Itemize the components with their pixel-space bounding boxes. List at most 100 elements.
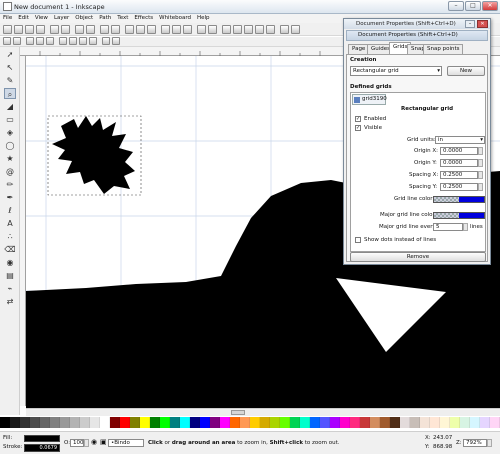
menu-whiteboard[interactable]: Whiteboard [156, 14, 194, 23]
palette-swatch[interactable] [350, 417, 360, 428]
menu-help[interactable]: Help [194, 14, 213, 23]
zoom-out-icon[interactable] [13, 37, 21, 45]
spiral-icon[interactable]: @ [4, 166, 16, 177]
palette-swatch[interactable] [270, 417, 280, 428]
origin-y-spinner[interactable] [478, 159, 483, 167]
fill-stroke-icon[interactable] [222, 25, 231, 34]
connector-icon[interactable]: ⇄ [4, 296, 16, 307]
import-icon[interactable] [50, 25, 59, 34]
palette-swatch[interactable] [440, 417, 450, 428]
palette-swatch[interactable] [260, 417, 270, 428]
ellipse-icon[interactable]: ◯ [4, 140, 16, 151]
zoom-2-1-icon[interactable] [46, 37, 54, 45]
layer-select[interactable]: •Bindo [108, 439, 144, 447]
palette-swatch[interactable] [300, 417, 310, 428]
menu-view[interactable]: View [32, 14, 51, 23]
zoom-1-2-icon[interactable] [36, 37, 44, 45]
palette-swatch[interactable] [240, 417, 250, 428]
palette-swatch[interactable] [130, 417, 140, 428]
new-document-icon[interactable] [3, 25, 12, 34]
stroke-swatch[interactable]: 0.0679 [24, 444, 60, 452]
zoom-input[interactable]: 792% [463, 439, 487, 447]
zoom-fit-page-icon[interactable] [79, 37, 87, 45]
zoom-next-icon[interactable] [112, 37, 120, 45]
palette-swatch[interactable] [480, 417, 490, 428]
ungroup-icon[interactable] [208, 25, 217, 34]
grid-units-select[interactable]: in ▾ [435, 136, 485, 144]
menu-edit[interactable]: Edit [15, 14, 32, 23]
text-icon[interactable]: A [4, 218, 16, 229]
major-grid-every-input[interactable]: 5 [433, 223, 463, 231]
palette-swatch[interactable] [20, 417, 30, 428]
palette-swatch[interactable] [180, 417, 190, 428]
show-dots-checkbox[interactable] [355, 237, 361, 243]
menu-object[interactable]: Object [72, 14, 96, 23]
palette-swatch[interactable] [160, 417, 170, 428]
document-properties-icon[interactable] [291, 25, 300, 34]
spacing-y-input[interactable]: 0.2500 [440, 183, 478, 191]
opacity-spinner[interactable] [84, 439, 89, 447]
spacing-x-spinner[interactable] [478, 171, 483, 179]
copy-icon[interactable] [100, 25, 109, 34]
grid-type-select[interactable]: Rectangular grid ▾ [350, 66, 442, 76]
major-grid-line-color-button[interactable] [433, 212, 485, 219]
zoom-selection-icon[interactable] [125, 25, 134, 34]
palette-swatch[interactable] [170, 417, 180, 428]
spray-icon[interactable]: ∴ [4, 231, 16, 242]
zoom-1-1-icon[interactable] [26, 37, 34, 45]
zoom-prev-icon[interactable] [102, 37, 110, 45]
palette-swatch[interactable] [100, 417, 110, 428]
eraser-icon[interactable]: ⌫ [4, 244, 16, 255]
origin-y-input[interactable]: 0.0000 [440, 159, 478, 167]
major-grid-every-spinner[interactable] [463, 223, 468, 231]
palette-swatch[interactable] [140, 417, 150, 428]
palette-swatch[interactable] [310, 417, 320, 428]
tab-snap-points[interactable]: Snap points [423, 44, 464, 54]
new-grid-button[interactable]: New [447, 66, 485, 76]
pen-icon[interactable]: ✒ [4, 192, 16, 203]
export-icon[interactable] [61, 25, 70, 34]
group-icon[interactable] [197, 25, 206, 34]
palette-swatch[interactable] [410, 417, 420, 428]
layers-icon[interactable] [244, 25, 253, 34]
palette-swatch[interactable] [430, 417, 440, 428]
palette-swatch[interactable] [40, 417, 50, 428]
palette-swatch[interactable] [320, 417, 330, 428]
calligraphy-icon[interactable]: ℓ [4, 205, 16, 216]
spacing-y-spinner[interactable] [478, 183, 483, 191]
redo-icon[interactable] [86, 25, 95, 34]
maximize-button[interactable]: □ [465, 1, 481, 11]
palette-swatch[interactable] [150, 417, 160, 428]
close-button[interactable]: ✕ [482, 1, 498, 11]
palette-swatch[interactable] [30, 417, 40, 428]
zoom-spinner[interactable] [487, 439, 492, 447]
zoom-fit-selection-icon[interactable] [59, 37, 67, 45]
paste-icon[interactable] [111, 25, 120, 34]
3dbox-icon[interactable]: ◈ [4, 127, 16, 138]
palette-swatch[interactable] [110, 417, 120, 428]
remove-grid-button[interactable]: Remove [350, 252, 486, 262]
palette-swatch[interactable] [0, 417, 10, 428]
bucket-icon[interactable]: ◉ [4, 257, 16, 268]
palette-swatch[interactable] [330, 417, 340, 428]
rect-icon[interactable]: ▭ [4, 114, 16, 125]
palette-swatch[interactable] [420, 417, 430, 428]
node-icon[interactable]: ↖ [4, 62, 16, 73]
palette-swatch[interactable] [220, 417, 230, 428]
palette-swatch[interactable] [460, 417, 470, 428]
horizontal-scrollbar[interactable] [26, 408, 500, 416]
unlink-clone-icon[interactable] [183, 25, 192, 34]
menu-layer[interactable]: Layer [51, 14, 72, 23]
menu-effects[interactable]: Effects [131, 14, 156, 23]
palette-swatch[interactable] [340, 417, 350, 428]
palette-swatch[interactable] [120, 417, 130, 428]
zoom-fit-drawing-icon[interactable] [69, 37, 77, 45]
palette-swatch[interactable] [360, 417, 370, 428]
palette-swatch[interactable] [60, 417, 70, 428]
dialog-close-button[interactable]: ✕ [477, 20, 488, 28]
clone-icon[interactable] [172, 25, 181, 34]
align-icon[interactable] [266, 25, 275, 34]
tab-grid3190[interactable]: grid3190 [352, 94, 387, 105]
palette-swatch[interactable] [280, 417, 290, 428]
zoom-fit-width-icon[interactable] [89, 37, 97, 45]
